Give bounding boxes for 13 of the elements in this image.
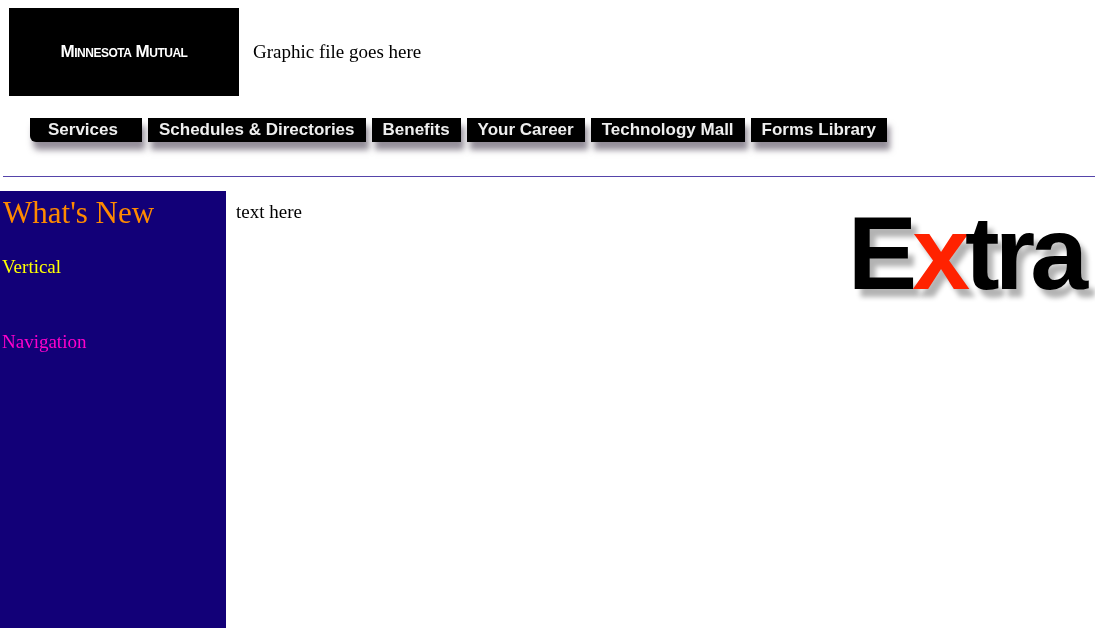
nav-tab[interactable]: Forms Library bbox=[750, 118, 887, 142]
sidebar-link[interactable]: Navigation bbox=[2, 331, 87, 353]
nav-tab[interactable]: Benefits bbox=[371, 118, 461, 142]
body-text: text here bbox=[236, 201, 302, 223]
nav-tab[interactable]: Technology Mall bbox=[590, 118, 745, 142]
company-logo: Minnesota Mutual bbox=[9, 8, 239, 96]
sidebar-link[interactable]: Vertical bbox=[2, 256, 62, 278]
nav-tab[interactable]: Your Career bbox=[466, 118, 585, 142]
extra-logo: Extra bbox=[847, 201, 1083, 305]
placeholder-text: Graphic file goes here bbox=[253, 41, 422, 63]
nav-tab[interactable]: Schedules & Directories bbox=[147, 118, 366, 142]
sidebar-title: What's New bbox=[3, 195, 155, 231]
nav-tab[interactable]: Services bbox=[30, 118, 142, 142]
